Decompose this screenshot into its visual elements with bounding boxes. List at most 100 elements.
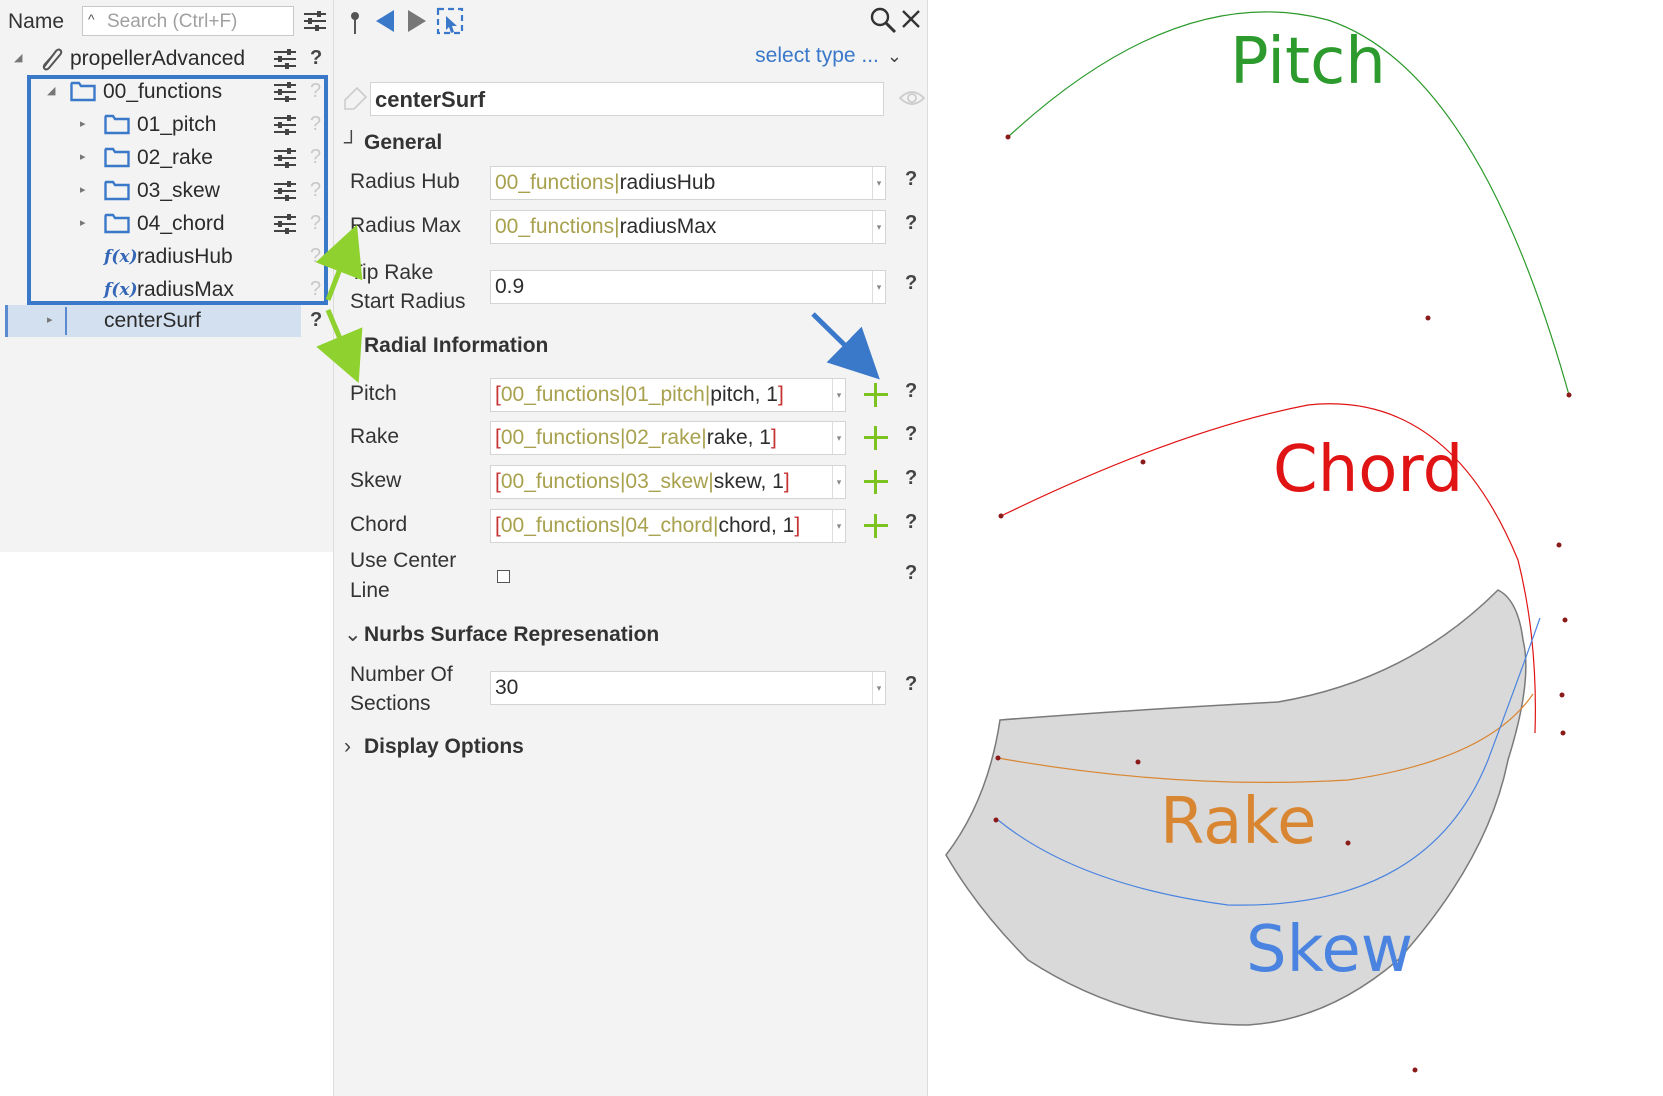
settings-sliders-icon[interactable] xyxy=(273,48,297,70)
radial-row-field[interactable]: [00_functions|02_rake|rake, 1] ▾ xyxy=(490,421,846,455)
paperclip-icon xyxy=(38,47,64,71)
radial-row-field[interactable]: [00_functions|04_chord|chord, 1] ▾ xyxy=(490,509,846,543)
search-caret-icon[interactable]: ^ xyxy=(88,11,95,27)
help-icon[interactable]: ? xyxy=(905,423,917,446)
dropdown-icon[interactable]: ▾ xyxy=(872,271,885,303)
use-center-line-label-line2: Line xyxy=(350,579,390,602)
section-title: General xyxy=(364,131,443,154)
3d-viewport[interactable]: Pitch Chord Rake Skew xyxy=(928,0,1663,1096)
help-icon[interactable]: ? xyxy=(905,168,917,191)
radius-hub-field[interactable]: 00_functions|radiusHub ▾ xyxy=(490,166,886,200)
ref-part: 00_functions xyxy=(495,171,615,194)
control-point xyxy=(1425,315,1431,321)
number-of-sections-field[interactable]: 30 ▾ xyxy=(490,671,886,705)
help-icon[interactable]: ? xyxy=(905,212,917,235)
radial-row-label: Chord xyxy=(350,513,408,536)
radial-row-field[interactable]: [00_functions|01_pitch|pitch, 1] ▾ xyxy=(490,378,846,412)
pitch-label: Pitch xyxy=(1230,25,1386,99)
dropdown-icon[interactable]: ▾ xyxy=(872,211,885,243)
control-point xyxy=(1135,759,1141,765)
skew-label: Skew xyxy=(1246,913,1414,987)
search-icon[interactable] xyxy=(869,6,897,39)
tip-rake-field[interactable]: 0.9 ▾ xyxy=(490,270,886,304)
collapse-icon[interactable]: ◢ xyxy=(14,51,22,64)
object-name-field[interactable]: centerSurf xyxy=(370,82,884,116)
dropdown-icon[interactable]: ▾ xyxy=(872,672,885,704)
dropdown-icon[interactable]: ▾ xyxy=(832,379,845,411)
forward-icon[interactable] xyxy=(406,8,428,39)
section-display-options[interactable]: › Display Options xyxy=(344,735,524,759)
section-nurbs[interactable]: ⌄ Nurbs Surface Represenation xyxy=(344,622,659,647)
expand-icon[interactable]: ▸ xyxy=(47,313,53,326)
section-radial-information[interactable]: Radial Information xyxy=(364,334,548,358)
back-icon[interactable] xyxy=(374,8,396,39)
filter-sliders-icon[interactable] xyxy=(303,10,327,32)
control-point xyxy=(1566,392,1572,398)
add-button[interactable] xyxy=(862,381,890,409)
chevron-down-icon: ⌄ xyxy=(344,623,362,646)
number-of-sections-label: Number Of xyxy=(350,663,453,686)
dropdown-icon[interactable]: ▾ xyxy=(832,466,845,498)
dropdown-icon[interactable]: ▾ xyxy=(832,510,845,542)
help-icon[interactable]: ? xyxy=(905,467,917,490)
tip-rake-label: Tip Rake xyxy=(350,261,434,284)
field-value: 0.9 xyxy=(495,275,525,298)
chevron-right-icon: › xyxy=(344,735,351,758)
ref-part: 02_rake xyxy=(625,426,702,449)
control-point xyxy=(1005,134,1011,140)
number-of-sections-label-line2: Sections xyxy=(350,692,431,715)
select-type-dropdown[interactable]: select type ... ⌄ xyxy=(755,44,902,68)
section-title: Nurbs Surface Represenation xyxy=(364,623,660,646)
tree-item-propelleradvanced[interactable]: ◢ propellerAdvanced ? xyxy=(0,44,333,74)
rake-label: Rake xyxy=(1160,785,1317,859)
name-column-header[interactable]: Name xyxy=(8,10,64,34)
tree-panel: Name ^ ◢ propellerAdvanced ? ◢ 00_functi… xyxy=(0,0,333,552)
help-icon[interactable]: ? xyxy=(310,309,322,332)
radius-max-field[interactable]: 00_functions|radiusMax ▾ xyxy=(490,210,886,244)
help-icon[interactable]: ? xyxy=(905,380,917,403)
control-point xyxy=(1556,542,1562,548)
ref-part: 00_functions xyxy=(500,514,620,537)
control-point xyxy=(998,513,1004,519)
tree-item-centersurf[interactable]: ▸ centerSurf ? xyxy=(0,306,333,336)
help-icon[interactable]: ? xyxy=(905,562,917,585)
select-element-icon[interactable] xyxy=(436,7,464,40)
pin-icon[interactable] xyxy=(348,10,362,41)
ref-value: skew, 1 xyxy=(713,470,784,493)
tag-icon xyxy=(342,86,368,117)
dropdown-icon[interactable]: ▾ xyxy=(872,167,885,199)
ref-part: 00_functions xyxy=(495,215,615,238)
ref-part: 00_functions xyxy=(500,470,620,493)
bracket-close: ] xyxy=(778,383,784,406)
help-icon[interactable]: ? xyxy=(905,511,917,534)
radius-hub-label: Radius Hub xyxy=(350,170,460,193)
chevron-down-icon: ⌄ xyxy=(886,46,902,66)
bracket-close: ] xyxy=(794,514,801,537)
search-box[interactable]: ^ xyxy=(82,6,294,36)
section-general[interactable]: ┘ General xyxy=(344,131,442,155)
control-point xyxy=(1562,617,1568,623)
help-icon[interactable]: ? xyxy=(905,272,917,295)
search-input[interactable] xyxy=(105,9,294,35)
dropdown-icon[interactable]: ▾ xyxy=(832,422,845,454)
control-point xyxy=(1140,459,1146,465)
add-button[interactable] xyxy=(862,512,890,540)
radial-row-field[interactable]: [00_functions|03_skew|skew, 1] ▾ xyxy=(490,465,846,499)
ref-value: radiusMax xyxy=(619,215,717,238)
section-title: Radial Information xyxy=(364,334,549,357)
chord-label: Chord xyxy=(1273,433,1464,507)
visibility-eye-icon[interactable] xyxy=(898,88,926,113)
collapse-icon: ┘ xyxy=(344,131,359,154)
ref-part: 03_skew xyxy=(625,470,709,493)
use-center-line-checkbox[interactable] xyxy=(497,570,510,583)
add-button[interactable] xyxy=(862,468,890,496)
help-icon[interactable]: ? xyxy=(905,673,917,696)
control-point xyxy=(1345,840,1351,846)
add-button[interactable] xyxy=(862,424,890,452)
control-point xyxy=(993,817,999,823)
tree-header: Name ^ xyxy=(0,0,333,44)
help-icon[interactable]: ? xyxy=(310,47,322,70)
ref-value: pitch, 1 xyxy=(710,383,778,406)
close-icon[interactable] xyxy=(900,8,922,35)
radial-row-label: Rake xyxy=(350,425,400,448)
